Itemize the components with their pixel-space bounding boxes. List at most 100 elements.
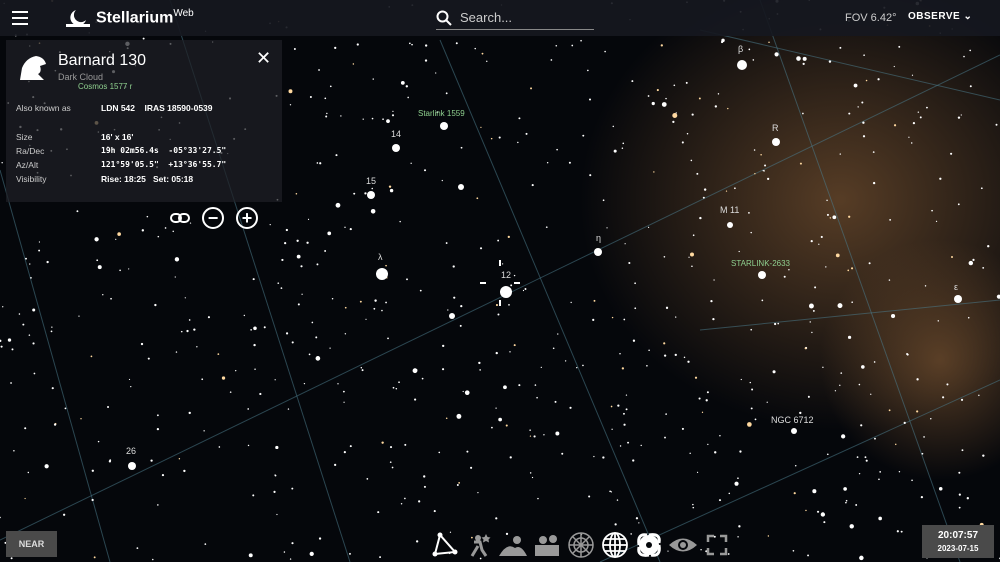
star — [285, 332, 289, 335]
star — [309, 551, 314, 556]
star-label[interactable]: ε — [954, 282, 958, 292]
constellation-lines-button[interactable] — [430, 530, 460, 560]
star — [916, 378, 919, 381]
zoom-in-button[interactable]: + — [236, 207, 258, 229]
star-label[interactable]: 15 — [366, 176, 376, 186]
near-button[interactable]: NEAR — [6, 531, 57, 557]
star — [13, 449, 15, 452]
deep-sky-objects-button[interactable] — [634, 530, 664, 560]
star — [361, 369, 364, 372]
star — [533, 435, 536, 438]
zoom-out-button[interactable]: − — [202, 207, 224, 229]
satellite-label[interactable]: Cosmos 1577 r — [78, 82, 132, 91]
star — [529, 472, 532, 474]
star — [462, 390, 464, 393]
star — [424, 44, 428, 47]
star — [293, 48, 296, 51]
star — [459, 324, 462, 327]
night-mode-button[interactable] — [668, 530, 698, 560]
star — [392, 144, 400, 152]
link-icon[interactable] — [170, 212, 190, 224]
star — [808, 303, 814, 309]
star — [263, 326, 266, 329]
atmosphere-button[interactable] — [498, 530, 528, 560]
star — [362, 118, 364, 120]
star — [421, 377, 424, 380]
star — [621, 147, 624, 150]
star — [203, 430, 205, 432]
star — [681, 427, 684, 430]
star — [353, 192, 356, 195]
star — [688, 256, 690, 258]
star — [825, 266, 827, 268]
equatorial-grid-button[interactable] — [600, 530, 630, 560]
star — [938, 487, 943, 491]
star — [588, 495, 591, 498]
star — [445, 92, 448, 95]
star — [522, 289, 525, 292]
datetime-button[interactable]: 20:07:57 2023-07-15 — [922, 525, 994, 558]
fullscreen-button[interactable] — [702, 530, 732, 560]
star — [30, 276, 32, 279]
menu-icon[interactable] — [12, 11, 28, 25]
star — [737, 536, 739, 538]
app-name: Stellarium — [96, 9, 174, 27]
star — [739, 450, 742, 453]
star — [877, 78, 880, 81]
star — [500, 286, 512, 298]
star — [24, 497, 26, 500]
star — [954, 295, 962, 303]
star — [673, 84, 676, 87]
star-label[interactable]: R — [772, 123, 779, 133]
star — [76, 210, 79, 213]
star — [980, 187, 983, 190]
star — [594, 248, 602, 256]
star — [381, 441, 384, 444]
landscape-button[interactable] — [532, 530, 562, 560]
search-input[interactable] — [460, 10, 590, 25]
star — [552, 347, 555, 350]
star — [360, 367, 363, 369]
close-icon[interactable]: ✕ — [256, 48, 271, 69]
star — [404, 497, 406, 500]
constellation-art-button[interactable] — [464, 530, 494, 560]
star — [604, 50, 606, 53]
satellite-label[interactable]: STARLINK-2633 — [731, 259, 790, 268]
info-label: Size — [16, 132, 33, 142]
star — [855, 504, 858, 506]
star — [392, 110, 394, 112]
star — [826, 199, 828, 202]
fullscreen-icon — [706, 534, 728, 556]
star — [903, 421, 906, 425]
star — [611, 428, 613, 430]
dso-label[interactable]: NGC 6712 — [771, 415, 814, 425]
time-display: 20:07:57 — [937, 530, 979, 541]
star — [717, 93, 720, 95]
star-label[interactable]: 14 — [391, 129, 401, 139]
star — [478, 361, 481, 365]
star — [33, 372, 36, 375]
star-label[interactable]: λ — [378, 252, 383, 262]
star-label[interactable]: 12 — [501, 270, 511, 280]
azimuthal-grid-button[interactable] — [566, 530, 596, 560]
star — [660, 44, 663, 47]
star — [531, 184, 534, 187]
star — [853, 83, 858, 88]
star — [335, 154, 338, 157]
observe-button[interactable]: OBSERVE ⌄ — [908, 11, 972, 22]
star — [796, 56, 801, 61]
atmosphere-icon — [499, 536, 527, 556]
star — [766, 401, 768, 403]
search-box[interactable] — [436, 6, 594, 30]
star — [46, 260, 49, 264]
star — [466, 450, 469, 453]
star-label[interactable]: 26 — [126, 446, 136, 456]
star — [622, 142, 625, 145]
star-label[interactable]: β — [738, 44, 743, 54]
star — [435, 72, 437, 74]
satellite-label[interactable]: Starlink 1559 — [418, 109, 465, 118]
star — [283, 551, 286, 553]
star — [982, 454, 985, 457]
dso-label[interactable]: M 11 — [720, 205, 739, 215]
star-label[interactable]: η — [596, 233, 601, 243]
